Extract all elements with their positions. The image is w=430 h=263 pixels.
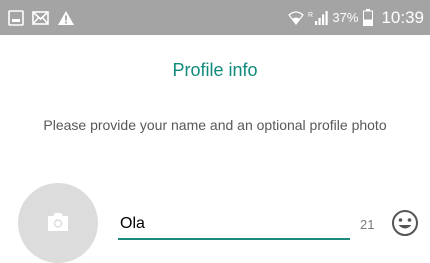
emoji-icon xyxy=(390,208,420,238)
page-title: Profile info xyxy=(172,60,258,80)
warning-icon xyxy=(57,10,75,26)
screenshot-icon xyxy=(8,9,24,26)
status-bar: R 37% 10:39 xyxy=(0,0,430,35)
mail-icon xyxy=(32,10,49,25)
battery-percent: 37% xyxy=(332,10,359,25)
emoji-button[interactable] xyxy=(390,208,420,238)
profile-photo-button[interactable] xyxy=(18,183,98,263)
battery-icon xyxy=(363,9,374,26)
status-bar-right: R 37% 10:39 xyxy=(288,0,424,35)
status-bar-left xyxy=(8,0,75,35)
char-counter: 21 xyxy=(360,217,375,232)
status-bar-time: 10:39 xyxy=(381,7,424,27)
signal-icon: R xyxy=(308,10,329,26)
wifi-icon xyxy=(288,10,305,26)
name-input[interactable] xyxy=(118,212,350,240)
svg-text:R: R xyxy=(308,12,313,19)
description-text: Please provide your name and an optional… xyxy=(43,117,387,133)
